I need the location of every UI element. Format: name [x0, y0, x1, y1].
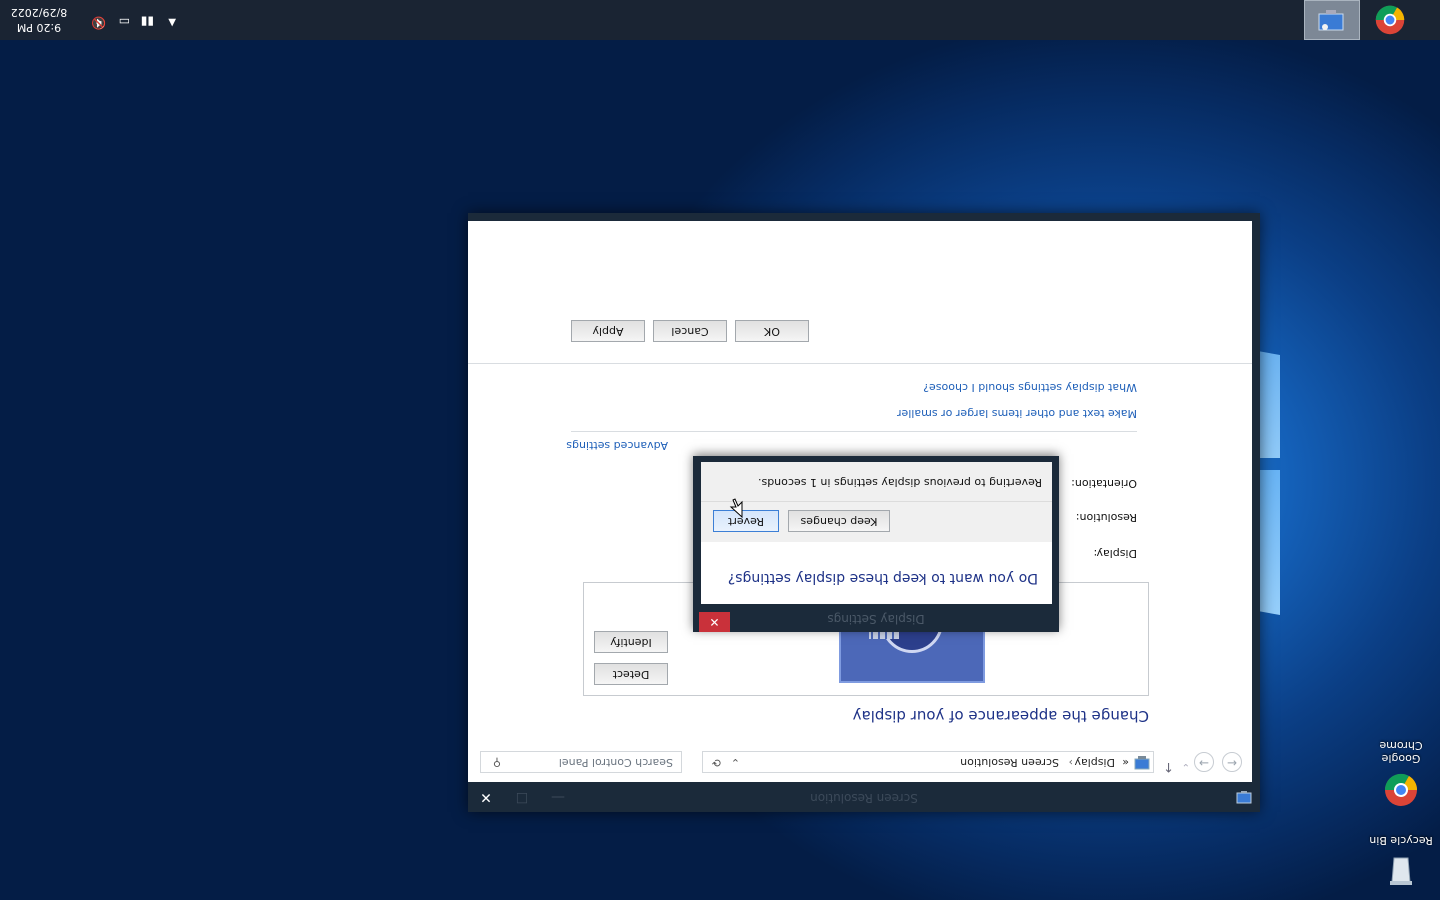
identify-button[interactable]: Identify — [594, 631, 668, 653]
display-cpl-icon — [1318, 10, 1344, 31]
cancel-button[interactable]: Cancel — [653, 320, 727, 342]
address-dropdown-icon[interactable]: ⌄ — [731, 752, 740, 772]
page-heading: Change the appearance of your display — [852, 707, 1149, 725]
dialog-title: Display Settings — [827, 612, 925, 626]
revert-button[interactable]: Revert — [713, 510, 779, 532]
display-settings-dialog: Display Settings ✕ Do you want to keep t… — [693, 456, 1059, 632]
search-icon: ⚲ — [492, 756, 501, 769]
system-tray: ▲ ▮▮ ▭ 🔇 9:20 PM 8/29/2022 — [0, 0, 180, 40]
chrome-icon — [1375, 5, 1405, 35]
control-panel-icon — [1134, 756, 1150, 770]
forward-button[interactable]: → — [1194, 752, 1214, 772]
show-hidden-icons-chevron-icon[interactable]: ▲ — [168, 17, 176, 28]
dialog-footer: Reverting to previous display settings i… — [701, 462, 1052, 502]
address-bar-row: ← → ⌄ ↑ « Display › Screen Resolution ⌄ … — [468, 744, 1252, 782]
breadcrumb-separator: › — [1068, 756, 1073, 769]
recent-pages-chevron-icon[interactable]: ⌄ — [1182, 761, 1190, 772]
orientation-label: Orientation: — [1071, 477, 1137, 490]
battery-icon[interactable]: ▭ — [119, 15, 130, 29]
dialog-body: Do you want to keep these display settin… — [701, 462, 1052, 604]
breadcrumb-prefix[interactable]: « — [1122, 752, 1129, 772]
links-separator — [571, 431, 1137, 432]
keep-changes-button[interactable]: Keep changes — [788, 510, 890, 532]
desktop-icon-recycle-bin[interactable]: Recycle Bin — [1366, 834, 1436, 890]
revert-countdown-text: Reverting to previous display settings i… — [758, 476, 1042, 489]
taskbar: ▲ ▮▮ ▭ 🔇 9:20 PM 8/29/2022 — [0, 0, 1440, 40]
breadcrumb-display[interactable]: Display — [1074, 752, 1115, 772]
up-arrow-icon[interactable]: ↑ — [1163, 759, 1174, 774]
refresh-icon[interactable]: ⟳ — [712, 752, 721, 772]
window-titlebar[interactable]: Screen Resolution — ☐ ✕ — [468, 782, 1260, 812]
minimize-button[interactable]: — — [540, 782, 576, 812]
taskbar-display-settings-button[interactable] — [1304, 0, 1360, 40]
clock-date: 8/29/2022 — [10, 6, 68, 19]
detect-button[interactable]: Detect — [594, 663, 668, 685]
back-button[interactable]: ← — [1222, 752, 1242, 772]
maximize-button[interactable]: ☐ — [504, 782, 540, 812]
advanced-settings-link[interactable]: Advanced settings — [566, 439, 668, 452]
network-icon[interactable]: ▮▮ — [141, 15, 154, 29]
display-label: Display: — [1093, 547, 1137, 560]
resolution-label: Resolution: — [1075, 511, 1137, 524]
desktop-icon-label: Google Chrome — [1379, 739, 1423, 765]
display-settings-help-link[interactable]: What display settings should I choose? — [923, 381, 1137, 394]
desktop-screen: Recycle Bin Google Chrome Screen Resolut… — [0, 0, 1440, 900]
window-title: Screen Resolution — [810, 791, 918, 805]
footer-separator — [468, 363, 1252, 364]
clock[interactable]: 9:20 PM 8/29/2022 — [4, 5, 74, 35]
close-button[interactable]: ✕ — [468, 782, 504, 812]
text-size-link[interactable]: Make text and other items larger or smal… — [897, 407, 1137, 420]
breadcrumb-screen-resolution[interactable]: Screen Resolution — [960, 752, 1059, 772]
clock-time: 9:20 PM — [16, 21, 62, 34]
taskbar-chrome-button[interactable] — [1368, 0, 1412, 40]
mouse-cursor-icon — [729, 498, 743, 518]
desktop-icon-google-chrome[interactable]: Google Chrome — [1366, 739, 1436, 808]
desktop-icon-label: Recycle Bin — [1369, 834, 1433, 847]
dialog-question: Do you want to keep these display settin… — [727, 570, 1038, 586]
recycle-bin-icon — [1390, 857, 1412, 885]
chrome-icon — [1384, 773, 1418, 806]
apply-button[interactable]: Apply — [571, 320, 645, 342]
dialog-titlebar[interactable]: Display Settings ✕ — [693, 604, 1059, 632]
address-field[interactable]: « Display › Screen Resolution ⌄ ⟳ — [702, 751, 1154, 773]
dialog-close-button[interactable]: ✕ — [699, 612, 730, 632]
dialog-button-row: Keep changes Revert — [701, 502, 1052, 542]
search-input[interactable]: Search Control Panel ⚲ — [480, 751, 682, 773]
volume-muted-icon[interactable]: 🔇 — [91, 16, 106, 30]
ok-button[interactable]: OK — [735, 320, 809, 342]
